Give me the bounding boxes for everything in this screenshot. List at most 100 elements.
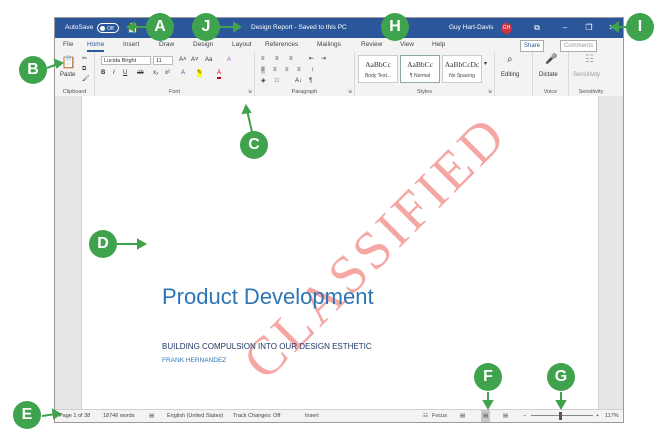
document-page[interactable]: CLASSIFIED Product Development BUILDING … (81, 96, 599, 412)
page-count[interactable]: Page 1 of 38 (59, 410, 90, 422)
styles-more-icon[interactable]: ▾ (484, 60, 487, 68)
change-case-button[interactable]: Aa (205, 56, 212, 64)
highlight-icon[interactable]: ✎ (197, 69, 203, 77)
clipboard-group-label: Clipboard (62, 89, 87, 95)
restore-button[interactable]: ❐ (582, 18, 596, 38)
sort-button[interactable]: A↓ (295, 77, 302, 85)
font-name-select[interactable]: Lucida Bright (101, 56, 151, 65)
search-icon[interactable]: ⌕ (507, 55, 513, 65)
bullets-icon[interactable]: ≡ (261, 55, 265, 63)
zoom-level[interactable]: 117% (605, 410, 619, 422)
paste-button-label[interactable]: Paste (60, 71, 75, 79)
tab-references[interactable]: References (265, 38, 298, 52)
superscript-button[interactable]: x² (165, 69, 170, 77)
style-sample: AaBbCcDc (444, 60, 480, 69)
zoom-slider-track[interactable] (531, 415, 593, 416)
ribbon-tabs: File Home Insert Draw Design Layout Refe… (55, 38, 623, 52)
word-count[interactable]: 18746 words (103, 410, 135, 422)
close-button[interactable]: ✕ (605, 18, 619, 38)
minimize-button[interactable]: – (558, 18, 572, 38)
style-body-text[interactable]: AaBbCc Body Text... (358, 55, 398, 83)
word-window: AutoSave Off 💾 Design Report - Saved to … (54, 17, 624, 423)
line-spacing-icon[interactable]: ↕ (311, 66, 314, 74)
align-left-icon[interactable]: ≡ (261, 66, 265, 74)
dictate-button[interactable]: Dictate (539, 71, 558, 79)
shading-icon[interactable]: ◈ (261, 77, 266, 85)
tab-help[interactable]: Help (432, 38, 445, 52)
share-button[interactable]: Share (520, 40, 545, 52)
borders-icon[interactable]: □ (275, 77, 279, 85)
paragraph-dialog-launcher-icon[interactable]: ⇲ (348, 89, 352, 95)
tab-file[interactable]: File (63, 38, 73, 52)
justify-icon[interactable]: ≡ (297, 66, 301, 74)
styles-group: AaBbCc Body Text... AaBbCc ¶ Normal AaBb… (355, 52, 495, 96)
focus-button[interactable]: Focus (432, 410, 447, 422)
shrink-font-button[interactable]: A˅ (191, 56, 199, 64)
tab-view[interactable]: View (400, 38, 414, 52)
strikethrough-button[interactable]: ab (137, 69, 144, 77)
language-status[interactable]: English (United States) (167, 410, 223, 422)
increase-indent-icon[interactable]: ⇥ (321, 55, 326, 63)
paste-icon[interactable]: 📋 (61, 56, 76, 68)
sensitivity-icon[interactable]: ☷ (585, 55, 594, 65)
decrease-indent-icon[interactable]: ⇤ (309, 55, 314, 63)
tab-mailings[interactable]: Mailings (317, 38, 341, 52)
numbering-icon[interactable]: ≡ (275, 55, 279, 63)
track-changes-status[interactable]: Track Changes: Off (233, 410, 280, 422)
underline-button[interactable]: U (123, 69, 127, 77)
voice-group-label: Voice (543, 89, 558, 95)
print-layout-icon[interactable]: ▤ (481, 410, 491, 422)
grow-font-button[interactable]: A˄ (179, 56, 187, 64)
clear-formatting-button[interactable]: A (227, 56, 231, 64)
tab-review[interactable]: Review (361, 38, 382, 52)
document-subheading[interactable]: BUILDING COMPULSION INTO OUR DESIGN ESTH… (162, 342, 372, 351)
autosave-toggle[interactable]: Off (97, 23, 119, 33)
format-painter-icon[interactable]: 🖌 (82, 75, 90, 83)
ribbon-display-options-icon[interactable]: ⧉ (530, 18, 544, 38)
zoom-in-icon[interactable]: + (596, 410, 599, 422)
font-color-button[interactable]: A (217, 69, 222, 79)
microphone-icon[interactable]: 🎤 (545, 55, 557, 65)
avatar[interactable]: GH (501, 23, 512, 34)
user-name[interactable]: Guy Hart-Davis (449, 18, 493, 38)
align-right-icon[interactable]: ≡ (285, 66, 289, 74)
web-layout-icon[interactable]: ▤ (503, 410, 508, 422)
insert-mode-status[interactable]: Insert (305, 410, 319, 422)
sensitivity-button[interactable]: Sensitivity (573, 71, 600, 79)
cut-icon[interactable]: ✂ (82, 55, 87, 63)
style-normal[interactable]: AaBbCc ¶ Normal (400, 55, 440, 83)
multilevel-list-icon[interactable]: ≡ (289, 55, 293, 63)
document-title[interactable]: Design Report - Saved to this PC (251, 18, 347, 38)
font-dialog-launcher-icon[interactable]: ⇲ (248, 89, 252, 95)
style-no-spacing[interactable]: AaBbCcDc No Spacing (442, 55, 482, 83)
align-center-icon[interactable]: ≡ (273, 66, 277, 74)
tab-insert[interactable]: Insert (123, 38, 139, 52)
styles-group-label: Styles (417, 89, 432, 95)
tab-home[interactable]: Home (87, 38, 105, 52)
title-bar: AutoSave Off 💾 Design Report - Saved to … (55, 18, 623, 38)
font-size-select[interactable]: 11 (153, 56, 173, 65)
tab-layout[interactable]: Layout (232, 38, 252, 52)
read-mode-icon[interactable]: ▤ (460, 410, 465, 422)
focus-icon[interactable]: ☷ (423, 410, 428, 422)
comments-button[interactable]: Comments (560, 40, 598, 52)
save-icon[interactable]: 💾 (127, 18, 138, 38)
style-sample: AaBbCc (365, 60, 391, 69)
document-heading[interactable]: Product Development (162, 284, 374, 310)
copy-icon[interactable]: ⧉ (82, 65, 86, 73)
font-group: Lucida Bright 11 A˄ A˅ Aa A B I U ab x₂ … (95, 52, 255, 96)
callout-j: J (192, 13, 220, 41)
proofing-icon[interactable]: ▤ (149, 410, 154, 422)
document-area[interactable]: CLASSIFIED Product Development BUILDING … (55, 96, 623, 412)
show-formatting-button[interactable]: ¶ (309, 77, 312, 85)
document-author[interactable]: FRANK HERNANDEZ (162, 357, 226, 364)
zoom-out-icon[interactable]: − (523, 410, 526, 422)
editing-button[interactable]: Editing (501, 71, 519, 79)
callout-h: H (381, 13, 409, 41)
italic-button[interactable]: I (113, 69, 115, 77)
text-effects-button[interactable]: A (181, 69, 185, 77)
styles-dialog-launcher-icon[interactable]: ⇲ (488, 89, 492, 95)
subscript-button[interactable]: x₂ (153, 69, 158, 77)
bold-button[interactable]: B (101, 69, 105, 77)
zoom-slider-thumb[interactable] (559, 412, 562, 420)
